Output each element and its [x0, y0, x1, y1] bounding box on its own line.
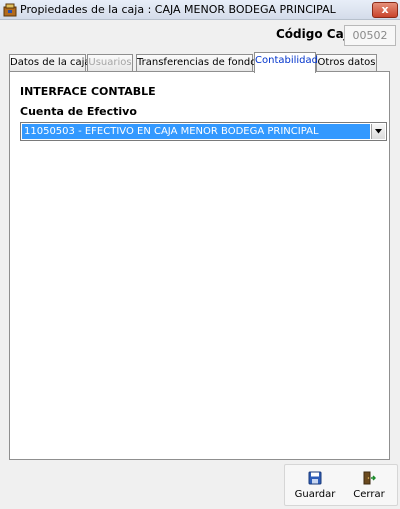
tab-usuarios: Usuarios — [87, 54, 133, 72]
exit-door-icon — [362, 471, 377, 485]
chevron-down-icon — [375, 129, 382, 134]
contabilidad-panel: INTERFACE CONTABLE Cuenta de Efectivo 11… — [9, 71, 390, 460]
cash-box-icon — [3, 3, 17, 17]
tab-strip: Datos de la caja Usuarios Transferencias… — [9, 52, 389, 73]
tab-datos-de-la-caja[interactable]: Datos de la caja — [9, 54, 91, 72]
guardar-button[interactable]: Guardar — [289, 471, 341, 503]
tab-transferencias-de-fondos[interactable]: Transferencias de fondos — [136, 54, 262, 72]
action-toolbar: Guardar Cerrar — [284, 464, 398, 506]
tab-otros-datos[interactable]: Otros datos — [316, 54, 377, 72]
window-titlebar: Propiedades de la caja : CAJA MENOR BODE… — [0, 0, 400, 20]
cuenta-efectivo-select[interactable]: 11050503 - EFECTIVO EN CAJA MENOR BODEGA… — [20, 122, 387, 141]
save-disk-icon — [308, 471, 322, 485]
dropdown-button[interactable] — [371, 124, 385, 139]
guardar-label: Guardar — [294, 489, 336, 500]
codigo-caja-field: 00502 — [344, 25, 396, 46]
window-title: Propiedades de la caja : CAJA MENOR BODE… — [20, 3, 336, 16]
close-icon: x — [381, 3, 389, 16]
cerrar-button[interactable]: Cerrar — [343, 471, 395, 503]
cuenta-efectivo-value: 11050503 - EFECTIVO EN CAJA MENOR BODEGA… — [22, 124, 370, 139]
cuenta-efectivo-label: Cuenta de Efectivo — [20, 105, 137, 118]
close-button[interactable]: x — [372, 2, 398, 18]
tab-contabilidad[interactable]: Contabilidad — [254, 52, 318, 73]
cerrar-label: Cerrar — [353, 489, 385, 500]
section-title: INTERFACE CONTABLE — [20, 85, 156, 98]
